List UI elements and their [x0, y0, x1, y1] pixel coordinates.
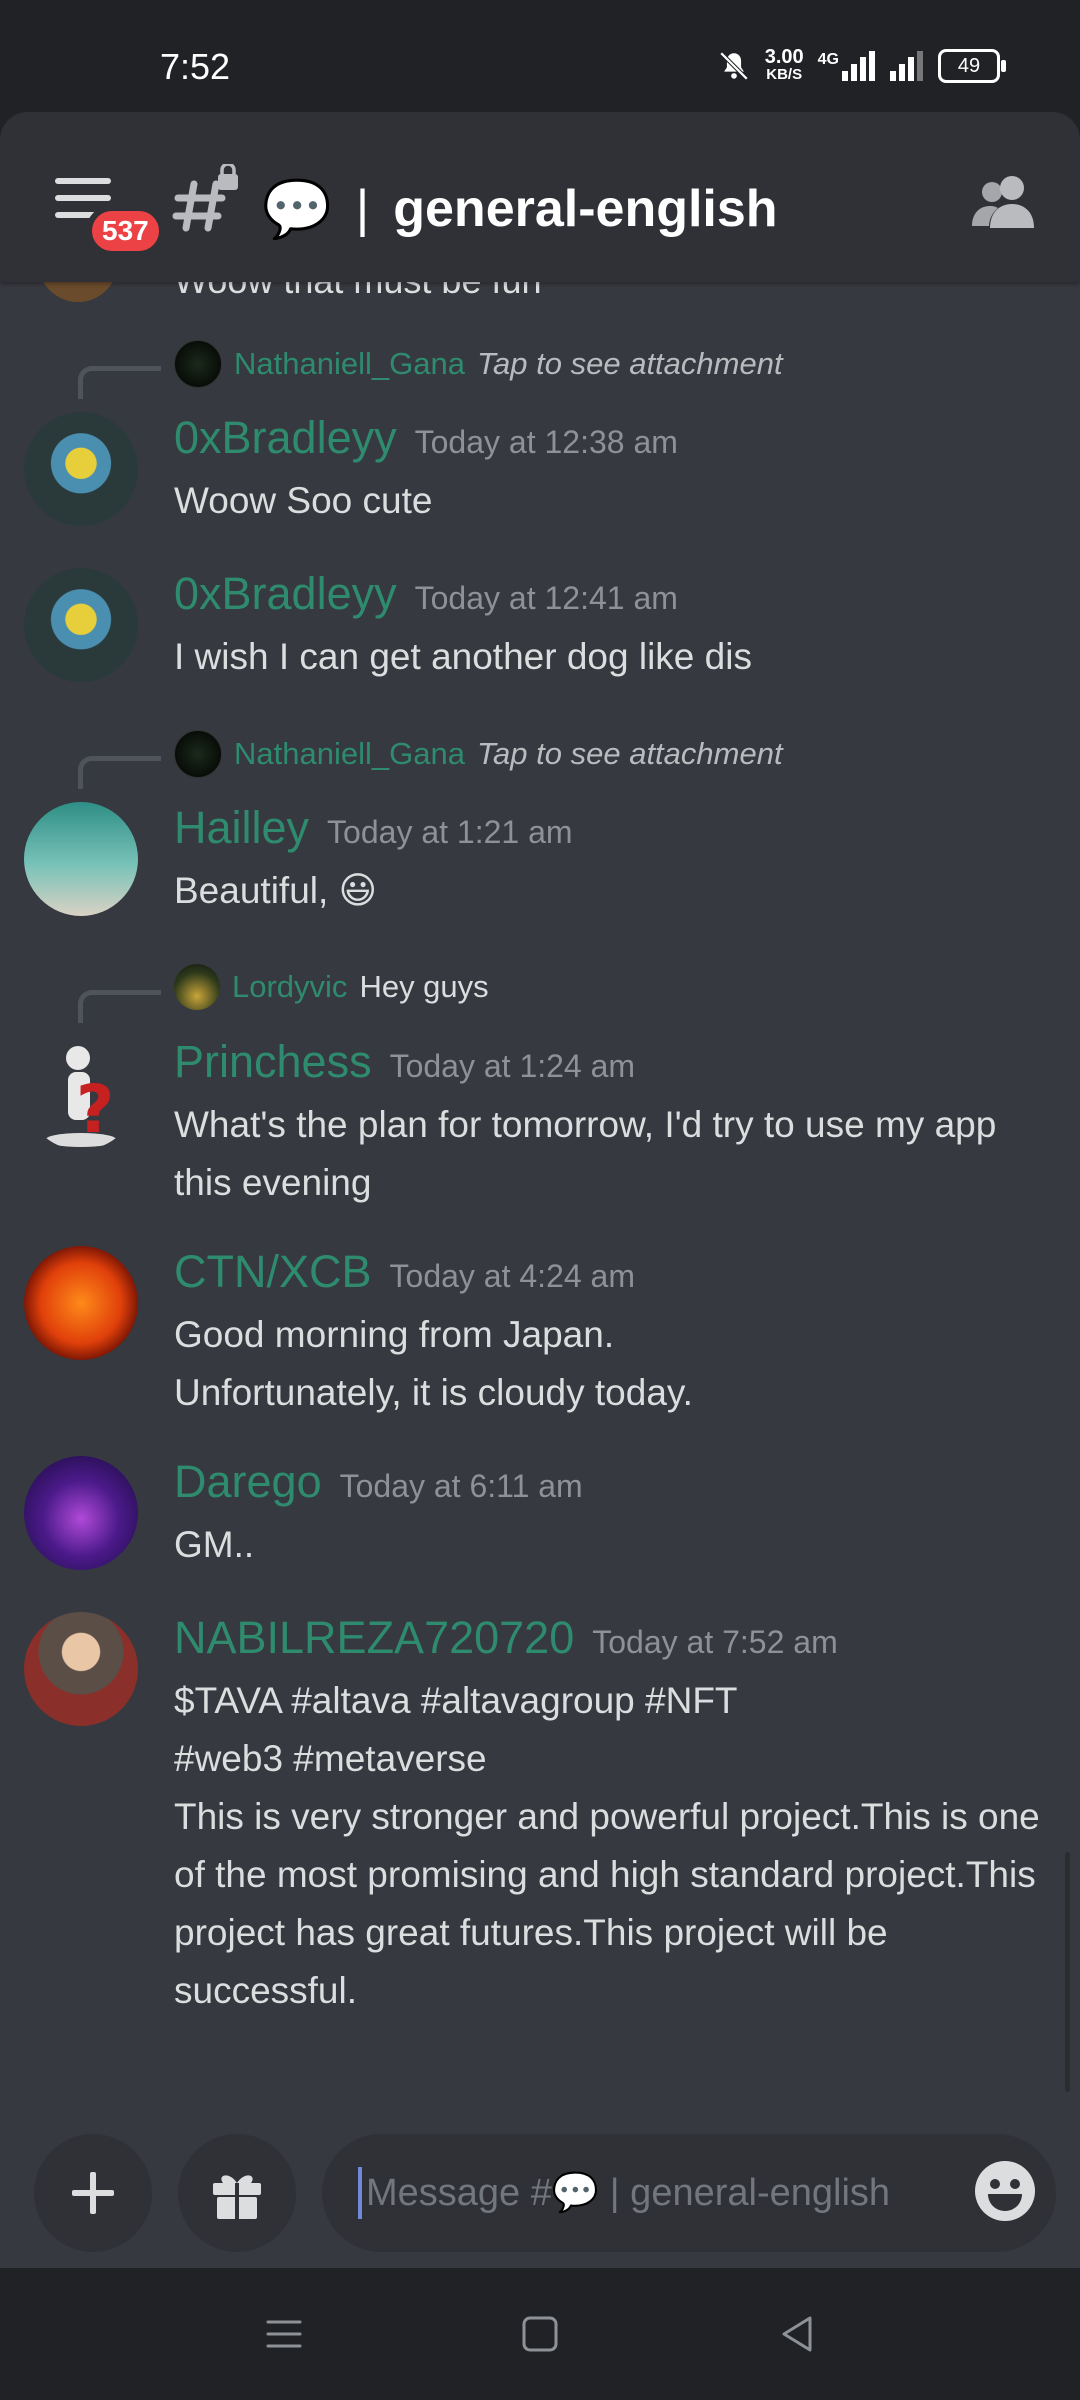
reply-preview[interactable]: Nathaniell_Gana Tap to see attachment: [174, 340, 783, 388]
channel-name: general-english: [393, 180, 778, 238]
reply-preview[interactable]: Nathaniell_Gana Tap to see attachment: [174, 730, 783, 778]
plus-icon: [72, 2172, 114, 2214]
message-list[interactable]: Woow that must be fun Nathaniell_Gana Ta…: [0, 282, 1080, 2132]
avatar[interactable]: [24, 802, 138, 916]
message-header: Princhess Today at 1:24 am: [174, 1036, 635, 1088]
message-header: 0xBradleyy Today at 12:41 am: [174, 568, 678, 620]
screen: 7:52 3.00 KB/S 4G 49 537 💬 | general-eng…: [0, 0, 1080, 2400]
gift-icon: [213, 2175, 261, 2219]
smiley-icon[interactable]: [974, 2160, 1036, 2222]
message-header: Darego Today at 6:11 am: [174, 1456, 583, 1508]
input-placeholder: Message #💬 | general-english: [366, 2172, 891, 2214]
reply-preview[interactable]: Lordyvic Hey guys: [174, 964, 489, 1010]
message-composer: Message #💬 | general-english: [0, 2120, 1080, 2268]
members-icon[interactable]: [970, 172, 1040, 232]
signal-icon-2: [890, 51, 923, 81]
avatar: [174, 730, 222, 778]
status-bar: 7:52 3.00 KB/S 4G 49: [0, 0, 1080, 112]
reply-text: Tap to see attachment: [476, 346, 783, 381]
reply-text: Hey guys: [359, 969, 489, 1004]
signal-icon: [842, 51, 875, 81]
reply-username: Nathaniell_Gana: [234, 346, 465, 381]
avatar[interactable]: [24, 1456, 138, 1570]
reply-connector: [78, 366, 161, 399]
network-speed: 3.00 KB/S: [764, 46, 804, 84]
message-header: NABILREZA720720 Today at 7:52 am: [174, 1612, 838, 1664]
avatar[interactable]: [24, 412, 138, 526]
avatar[interactable]: ?: [24, 1036, 138, 1150]
mute-bell-icon: [719, 51, 748, 81]
network-type: 4G: [818, 51, 876, 81]
back-nav-icon[interactable]: [778, 2314, 818, 2354]
speed-unit: KB/S: [766, 66, 803, 83]
message-text: What's the plan for tomorrow, I'd try to…: [174, 1104, 997, 1203]
menu-nav-icon[interactable]: [264, 2314, 304, 2354]
channel-emoji: 💬: [262, 177, 332, 240]
text-caret: [358, 2167, 362, 2219]
username[interactable]: Darego: [174, 1456, 322, 1508]
message-text: Woow Soo cute: [174, 480, 433, 521]
avatar[interactable]: [24, 1246, 138, 1360]
network-label: 4G: [817, 51, 839, 68]
home-nav-icon[interactable]: [520, 2314, 560, 2354]
channel-title: 💬 | general-english: [262, 176, 778, 242]
system-nav-bar: [0, 2268, 1080, 2400]
username[interactable]: CTN/XCB: [174, 1246, 372, 1298]
username[interactable]: Hailley: [174, 802, 309, 854]
avatar: [174, 340, 222, 388]
username[interactable]: Princhess: [174, 1036, 372, 1088]
username[interactable]: NABILREZA720720: [174, 1612, 574, 1664]
status-time: 7:52: [160, 46, 231, 87]
message-header: CTN/XCB Today at 4:24 am: [174, 1246, 635, 1298]
timestamp: Today at 1:24 am: [389, 1048, 636, 1084]
username[interactable]: 0xBradleyy: [174, 568, 397, 620]
svg-text:?: ?: [76, 1071, 114, 1148]
timestamp: Today at 12:41 am: [414, 580, 678, 616]
timestamp: Today at 4:24 am: [389, 1258, 635, 1294]
battery-indicator: 49: [938, 49, 1006, 83]
add-attachment-button[interactable]: [34, 2134, 152, 2252]
avatar[interactable]: [24, 568, 138, 682]
message-text: Woow that must be fun: [174, 282, 542, 302]
question-figure-icon: ?: [45, 1046, 117, 1148]
avatar[interactable]: [38, 282, 118, 302]
avatar: [174, 964, 220, 1010]
speed-value: 3.00: [764, 46, 804, 68]
username[interactable]: 0xBradleyy: [174, 412, 397, 464]
message-header: Hailley Today at 1:21 am: [174, 802, 573, 854]
gift-button[interactable]: [178, 2134, 296, 2252]
timestamp: Today at 12:38 am: [414, 424, 678, 460]
reply-connector: [78, 990, 161, 1023]
message-text: GM..: [174, 1524, 255, 1565]
message-input[interactable]: Message #💬 | general-english: [322, 2134, 1056, 2252]
reply-username: Nathaniell_Gana: [234, 736, 465, 771]
timestamp: Today at 1:21 am: [327, 814, 573, 850]
locked-channel-icon: [172, 164, 238, 232]
timestamp: Today at 7:52 am: [592, 1624, 838, 1660]
avatar[interactable]: [24, 1612, 138, 1726]
reply-username: Lordyvic: [232, 969, 348, 1004]
channel-separator: |: [355, 180, 370, 238]
scrollbar[interactable]: [1065, 1852, 1070, 2092]
timestamp: Today at 6:11 am: [339, 1468, 583, 1504]
channel-header: 537 💬 | general-english: [0, 112, 1080, 282]
message-text: Beautiful, 😃: [174, 870, 378, 911]
message-text: I wish I can get another dog like dis: [174, 636, 752, 677]
message-text: $TAVA #altava #altavagroup #NFT #web3 #m…: [174, 1680, 1040, 2011]
message-text: Good morning from Japan. Unfortunately, …: [174, 1314, 693, 1413]
message-header: 0xBradleyy Today at 12:38 am: [174, 412, 678, 464]
status-icons: 3.00 KB/S 4G 49: [717, 46, 1006, 84]
notification-badge: 537: [86, 205, 165, 257]
app-panel: 537 💬 | general-english Nathaniell_Gana …: [0, 112, 1080, 2268]
reply-text: Tap to see attachment: [476, 736, 783, 771]
reply-connector: [78, 756, 161, 789]
